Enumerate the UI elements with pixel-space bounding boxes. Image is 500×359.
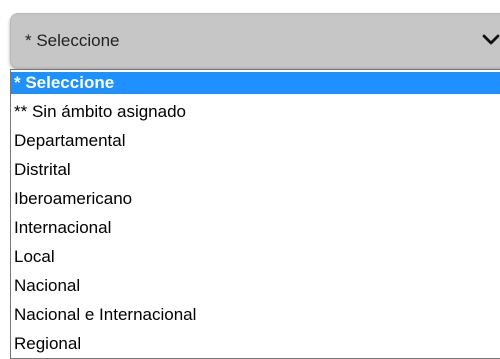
option-seleccione[interactable]: * Seleccione — [11, 72, 500, 94]
scope-select[interactable]: * Seleccione — [10, 13, 500, 68]
option-departamental[interactable]: Departamental — [11, 130, 500, 152]
chevron-down-icon[interactable] — [481, 29, 500, 49]
select-current-value: * Seleccione — [25, 31, 120, 50]
option-internacional[interactable]: Internacional — [11, 217, 500, 239]
option-sin-ambito-asignado[interactable]: ** Sin ámbito asignado — [11, 101, 500, 123]
option-local[interactable]: Local — [11, 246, 500, 268]
dropdown-options-list[interactable]: * Seleccione ** Sin ámbito asignado Depa… — [10, 69, 500, 359]
option-distrital[interactable]: Distrital — [11, 159, 500, 181]
option-nacional[interactable]: Nacional — [11, 275, 500, 297]
option-nacional-e-internacional[interactable]: Nacional e Internacional — [11, 304, 500, 326]
option-regional[interactable]: Regional — [11, 333, 500, 355]
option-iberoamericano[interactable]: Iberoamericano — [11, 188, 500, 210]
